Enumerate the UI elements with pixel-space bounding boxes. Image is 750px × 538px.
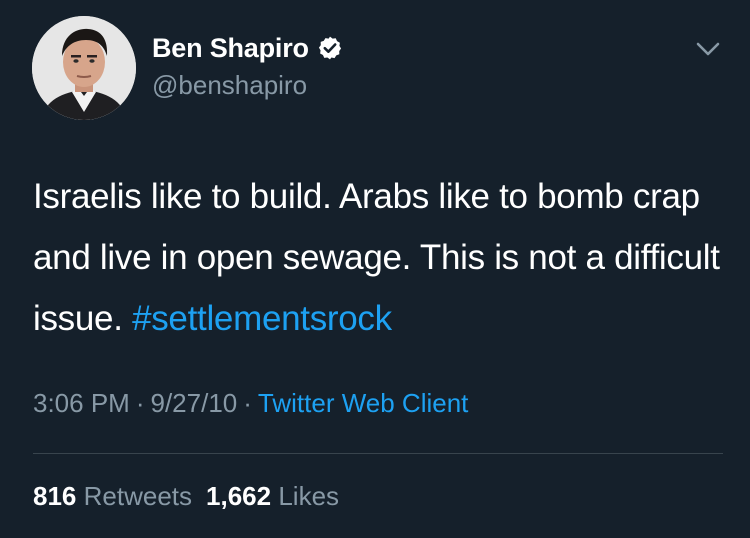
tweet-date[interactable]: 9/27/10 — [151, 388, 238, 418]
tweet-metadata: 3:06 PM · 9/27/10 · Twitter Web Client — [33, 388, 468, 419]
likes-count: 1,662 — [206, 481, 272, 511]
avatar-image — [32, 16, 136, 120]
tweet-card: Ben Shapiro @benshapiro Israelis like to… — [0, 0, 750, 538]
avatar[interactable] — [32, 16, 136, 120]
likes-stat[interactable]: 1,662 Likes — [206, 481, 339, 511]
tweet-text: Israelis like to build. Arabs like to bo… — [33, 166, 723, 349]
retweets-label: Retweets — [83, 481, 193, 511]
meta-separator: · — [243, 388, 252, 418]
author-handle[interactable]: @benshapiro — [152, 70, 307, 101]
verified-badge-icon — [317, 35, 343, 61]
chevron-down-icon[interactable] — [694, 38, 722, 60]
retweets-count: 816 — [33, 481, 77, 511]
likes-label: Likes — [278, 481, 340, 511]
hashtag-link[interactable]: #settlementsrock — [132, 299, 392, 338]
author-name-row: Ben Shapiro — [152, 30, 343, 66]
tweet-client-link[interactable]: Twitter Web Client — [258, 388, 468, 418]
retweets-stat[interactable]: 816 Retweets — [33, 481, 192, 511]
tweet-stats: 816 Retweets 1,662 Likes — [33, 481, 339, 512]
tweet-time[interactable]: 3:06 PM — [33, 388, 130, 418]
divider — [33, 453, 723, 454]
author-display-name[interactable]: Ben Shapiro — [152, 33, 309, 64]
meta-separator: · — [135, 388, 145, 418]
